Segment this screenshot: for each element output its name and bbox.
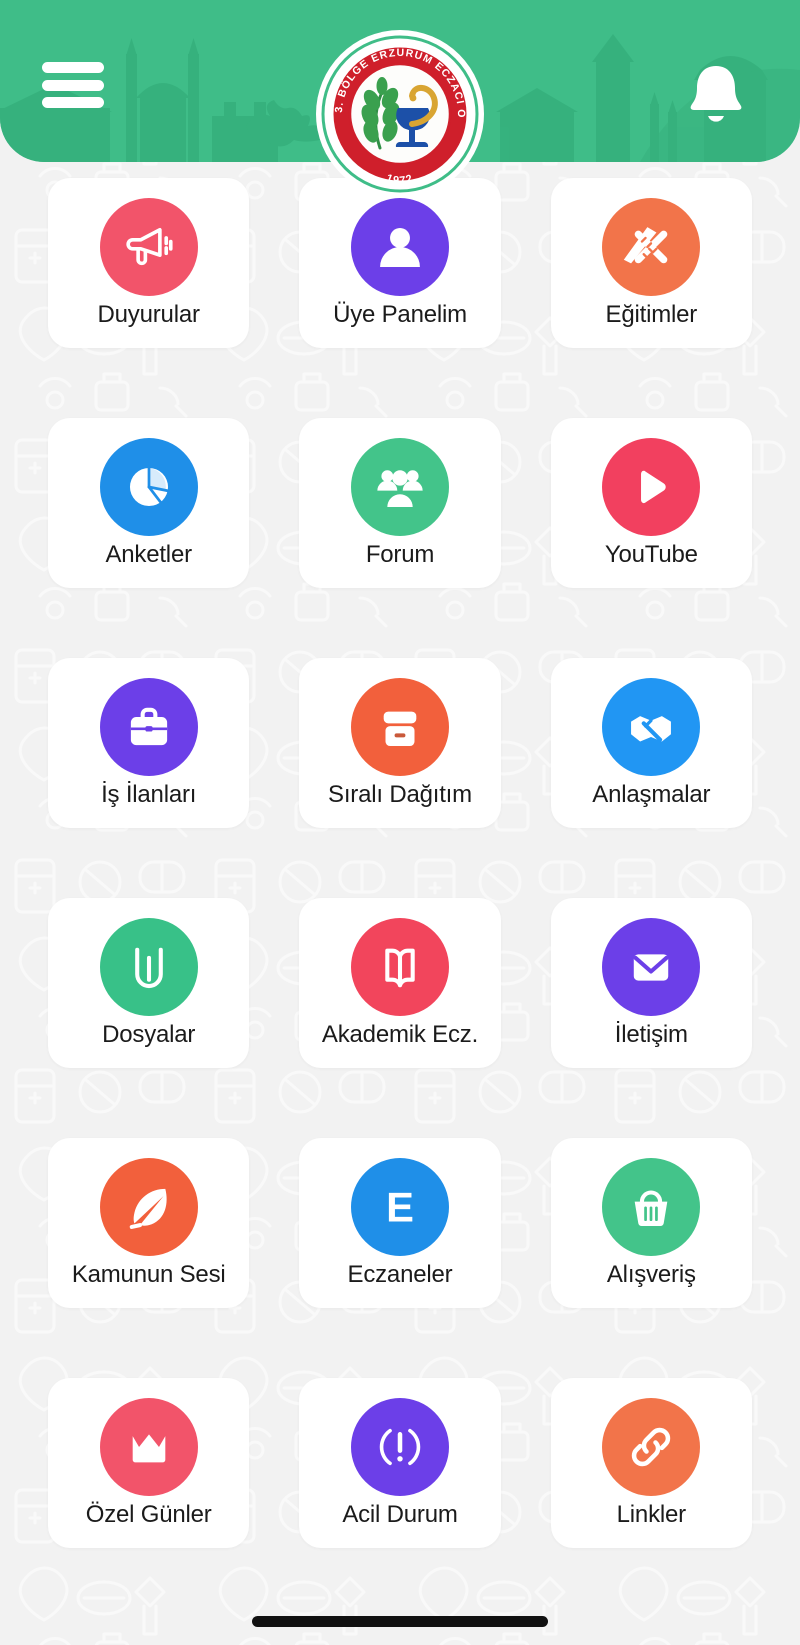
tile-kamunun-sesi[interactable]: Kamunun Sesi	[48, 1138, 250, 1308]
tile-label: Duyurular	[97, 300, 200, 328]
people-group-icon	[350, 437, 449, 536]
tile-label: Eğitimler	[605, 300, 698, 328]
crown-icon	[99, 1397, 198, 1496]
tile-label: İş İlanları	[101, 780, 197, 808]
open-book-icon	[350, 917, 449, 1016]
app-root: TEB 13. BÖLGE ERZURUM ECZACI ODASI 1972	[0, 0, 800, 1645]
tile-label: Anketler	[105, 540, 192, 568]
handshake-icon	[602, 677, 701, 776]
hamburger-menu-icon[interactable]	[42, 62, 104, 108]
tile-dosyalar[interactable]: Dosyalar	[48, 898, 250, 1068]
tile-ozel-gunler[interactable]: Özel Günler	[48, 1378, 250, 1548]
tile-label: İletişim	[614, 1020, 688, 1048]
menu-bar-2	[42, 79, 104, 91]
play-button-icon	[602, 437, 701, 536]
tile-sirali-dagitim[interactable]: Sıralı Dağıtım	[299, 658, 501, 828]
notification-bell-icon[interactable]	[680, 58, 752, 130]
tile-label: Kamunun Sesi	[71, 1260, 226, 1288]
tile-label: Eczaneler	[347, 1260, 453, 1288]
menu-bar-3	[42, 97, 104, 108]
tile-iletisim[interactable]: İletişim	[550, 898, 752, 1068]
tile-duyurular[interactable]: Duyurular	[48, 178, 250, 348]
tile-egitimler[interactable]: Eğitimler	[550, 178, 752, 348]
tile-uye-panelim[interactable]: Üye Panelim	[299, 178, 501, 348]
tile-label: Acil Durum	[342, 1500, 458, 1528]
chain-link-icon	[602, 1397, 701, 1496]
letter-e-icon: E	[350, 1157, 449, 1256]
emergency-alert-icon	[350, 1397, 449, 1496]
tile-label: Forum	[365, 540, 435, 568]
tile-label: Özel Günler	[85, 1500, 212, 1528]
megaphone-icon	[99, 197, 198, 296]
user-profile-icon	[350, 197, 449, 296]
tile-label: Sıralı Dağıtım	[328, 780, 472, 808]
tile-anketler[interactable]: Anketler	[48, 418, 250, 588]
menu-bar-1	[42, 62, 104, 73]
shopping-basket-icon	[602, 1157, 701, 1256]
book-folder-icon	[99, 917, 198, 1016]
home-indicator-bar[interactable]	[252, 1616, 548, 1627]
tile-akademik-ecz[interactable]: Akademik Ecz.	[299, 898, 501, 1068]
tile-youtube[interactable]: YouTube	[550, 418, 752, 588]
tile-eczaneler[interactable]: E Eczaneler	[299, 1138, 501, 1308]
tile-label: Anlaşmalar	[592, 780, 711, 808]
tile-acil-durum[interactable]: Acil Durum	[299, 1378, 501, 1548]
archive-box-icon	[350, 677, 449, 776]
tile-is-ilanlari[interactable]: İş İlanları	[48, 658, 250, 828]
tile-label: Üye Panelim	[333, 300, 467, 328]
tile-anlasmalar[interactable]: Anlaşmalar	[550, 658, 752, 828]
pharmacy-chamber-logo: TEB 13. BÖLGE ERZURUM ECZACI ODASI 1972	[316, 30, 484, 198]
tile-label: Alışveriş	[606, 1260, 696, 1288]
pencil-ruler-icon	[602, 197, 701, 296]
tile-label: Linkler	[616, 1500, 687, 1528]
tile-label: YouTube	[604, 540, 698, 568]
feather-quill-icon	[99, 1157, 198, 1256]
tile-forum[interactable]: Forum	[299, 418, 501, 588]
tile-linkler[interactable]: Linkler	[550, 1378, 752, 1548]
svg-text:E: E	[386, 1183, 414, 1230]
pie-chart-icon	[99, 437, 198, 536]
app-tile-grid: Duyurular Üye Panelim Eğitimler Anketler…	[0, 178, 800, 1548]
tile-label: Dosyalar	[102, 1020, 196, 1048]
tile-label: Akademik Ecz.	[321, 1020, 479, 1048]
tile-alisveris[interactable]: Alışveriş	[550, 1138, 752, 1308]
envelope-icon	[602, 917, 701, 1016]
briefcase-icon	[99, 677, 198, 776]
